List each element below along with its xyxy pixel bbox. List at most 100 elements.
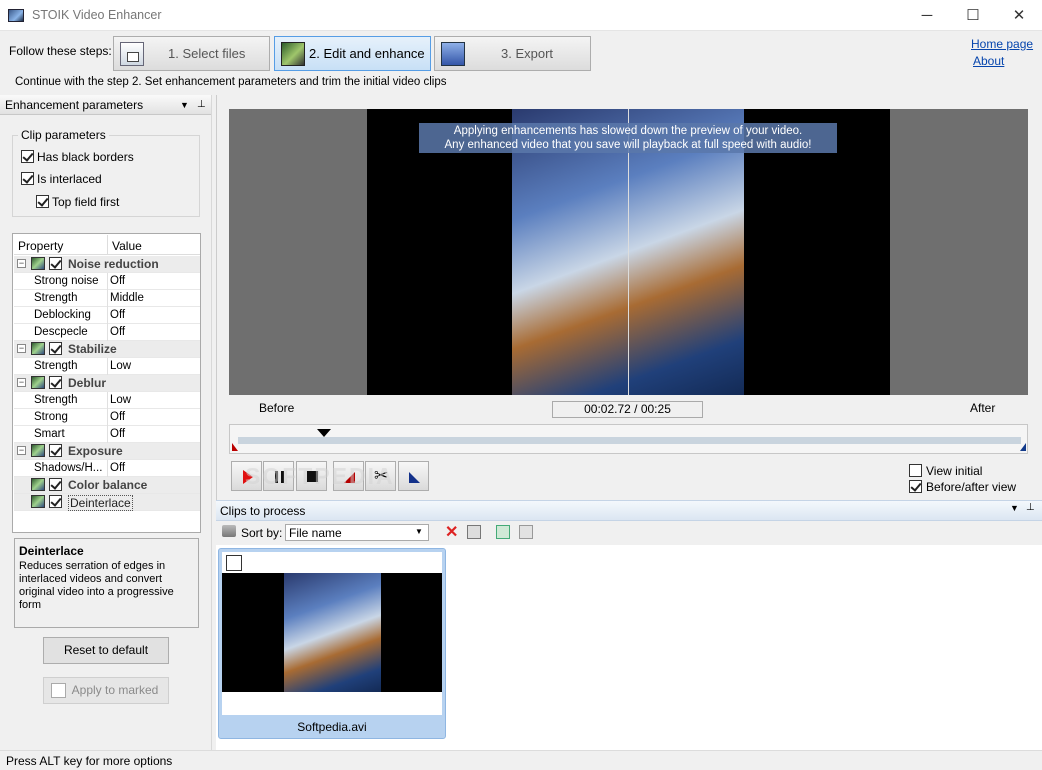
property-value[interactable]: Off [110,462,125,474]
collapse-icon[interactable]: − [17,446,26,455]
group-enable-checkbox[interactable] [49,444,62,457]
property-name: Strong [34,411,68,423]
maximize-button[interactable]: ☐ [950,0,996,31]
property-name: Strength [34,394,78,406]
grid-property-row[interactable]: Deblocking Off [14,307,200,324]
chevron-down-icon: ▼ [415,527,423,536]
grid-group-row[interactable]: Color balance [14,477,200,494]
edit-enhance-icon [281,42,305,66]
grid-property-row[interactable]: Strength Low [14,358,200,375]
video-preview: Applying enhancements has slowed down th… [229,109,1028,395]
apply-checkbox[interactable] [51,683,66,698]
property-value[interactable]: Off [110,275,125,287]
clip-item[interactable]: Softpedia.avi [218,548,446,739]
grid-group-row[interactable]: Deinterlace [14,494,200,511]
property-name: Deblocking [34,309,91,321]
before-after-label: Before/after view [926,480,1017,494]
group-enable-checkbox[interactable] [49,495,62,508]
group-enable-checkbox[interactable] [49,478,62,491]
timeline[interactable] [229,424,1028,454]
clips-pin-icon[interactable]: ⊥ [1026,502,1035,513]
clips-dropdown-icon[interactable]: ▼ [1010,503,1019,513]
col-property: Property [18,239,64,253]
group-enable-checkbox[interactable] [49,257,62,270]
group-name: Deinterlace [68,495,133,511]
apply-to-marked-button[interactable]: Apply to marked [43,677,169,704]
step-export-button[interactable]: 3. Export [434,36,591,71]
watermark: SOFTPEDIA [245,463,395,489]
about-link[interactable]: About [973,54,1004,68]
home-page-link[interactable]: Home page [971,37,1033,51]
mark-in-icon[interactable] [232,443,238,451]
grid-property-row[interactable]: Strength Low [14,392,200,409]
add-clip-icon[interactable] [496,525,510,539]
status-bar: Press ALT key for more options [0,750,1042,770]
property-value[interactable]: Off [110,326,125,338]
before-after-checkbox[interactable] [909,480,922,493]
timeline-track[interactable] [238,437,1021,444]
step-select-files-button[interactable]: 1. Select files [113,36,270,71]
property-value[interactable]: Off [110,428,125,440]
delete-icon[interactable]: ✕ [445,522,458,542]
view-initial-checkbox[interactable] [909,464,922,477]
property-value[interactable]: Low [110,394,131,406]
grid-group-row[interactable]: − Deblur [14,375,200,392]
filter-icon [31,342,45,355]
clip-select-checkbox[interactable] [226,555,242,571]
grid-group-row[interactable]: − Stabilize [14,341,200,358]
interlaced-checkbox[interactable] [21,172,34,185]
clips-title: Clips to process [220,504,306,518]
property-value[interactable]: Off [110,309,125,321]
collapse-icon[interactable]: − [17,259,26,268]
remove-all-icon[interactable] [467,525,481,539]
top-field-first-label: Top field first [52,195,120,209]
group-enable-checkbox[interactable] [49,342,62,355]
grid-property-row[interactable]: Smart Off [14,426,200,443]
group-name: Noise reduction [68,257,159,271]
black-borders-checkbox[interactable] [21,150,34,163]
grid-property-row[interactable]: Strong noise Off [14,273,200,290]
clip-thumbnail-area [222,552,442,715]
grid-header: Property Value [14,235,200,255]
grid-property-row[interactable]: Shadows/H... Off [14,460,200,477]
duplicate-icon[interactable] [519,525,533,539]
clip-params-title: Clip parameters [18,128,109,142]
sort-select[interactable]: File name ▼ [285,524,429,541]
enhancement-panel: Enhancement parameters ▼ ⊥ Clip paramete… [0,95,211,750]
group-enable-checkbox[interactable] [49,376,62,389]
title-bar: STOIK Video Enhancer ─ ☐ ✕ [0,0,1042,31]
step-hint: Continue with the step 2. Set enhancemen… [15,76,447,88]
set-end-button[interactable] [398,461,429,491]
panel-dropdown-icon[interactable]: ▼ [180,95,189,115]
pin-icon[interactable]: ⊥ [197,95,206,115]
grid-property-row[interactable]: Strength Middle [14,290,200,307]
group-name: Deblur [68,376,107,390]
sort-label: Sort by: [241,526,283,540]
mark-out-icon[interactable] [1020,443,1026,451]
top-field-first-checkbox[interactable] [36,195,49,208]
grid-property-row[interactable]: Strong Off [14,409,200,426]
clip-name: Softpedia.avi [297,720,367,734]
grid-group-row[interactable]: − Noise reduction [14,256,200,273]
step-edit-enhance-button[interactable]: 2. Edit and enhance [274,36,431,71]
steps-label: Follow these steps: [9,44,112,58]
select-files-icon [120,42,144,66]
col-value: Value [112,239,142,253]
reset-to-default-button[interactable]: Reset to default [43,637,169,664]
collapse-icon[interactable]: − [17,344,26,353]
close-button[interactable]: ✕ [996,0,1042,31]
property-value[interactable]: Low [110,360,131,372]
property-name: Smart [34,428,65,440]
clip-thumbnail [222,573,442,692]
grid-property-row[interactable]: Descpecle Off [14,324,200,341]
description-box: Deinterlace Reduces serration of edges i… [14,538,199,628]
playhead-icon[interactable] [317,429,332,437]
minimize-button[interactable]: ─ [904,0,950,31]
property-value[interactable]: Middle [110,292,144,304]
enhancement-panel-title: Enhancement parameters [5,98,144,112]
collapse-icon[interactable]: − [17,378,26,387]
property-value[interactable]: Off [110,411,125,423]
description-text: Reduces serration of edges in interlaced… [19,560,174,611]
after-label: After [970,401,996,415]
grid-group-row[interactable]: − Exposure [14,443,200,460]
